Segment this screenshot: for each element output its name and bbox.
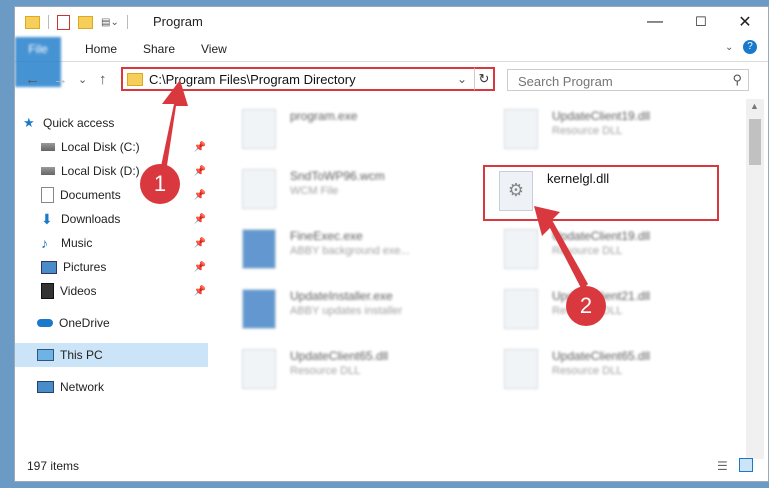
step-badge-1: 1 — [140, 164, 180, 204]
annotation-arrows — [160, 80, 588, 290]
step-badge-2: 2 — [566, 286, 606, 326]
arrow-1 — [160, 80, 188, 172]
arrow-2 — [534, 206, 588, 290]
